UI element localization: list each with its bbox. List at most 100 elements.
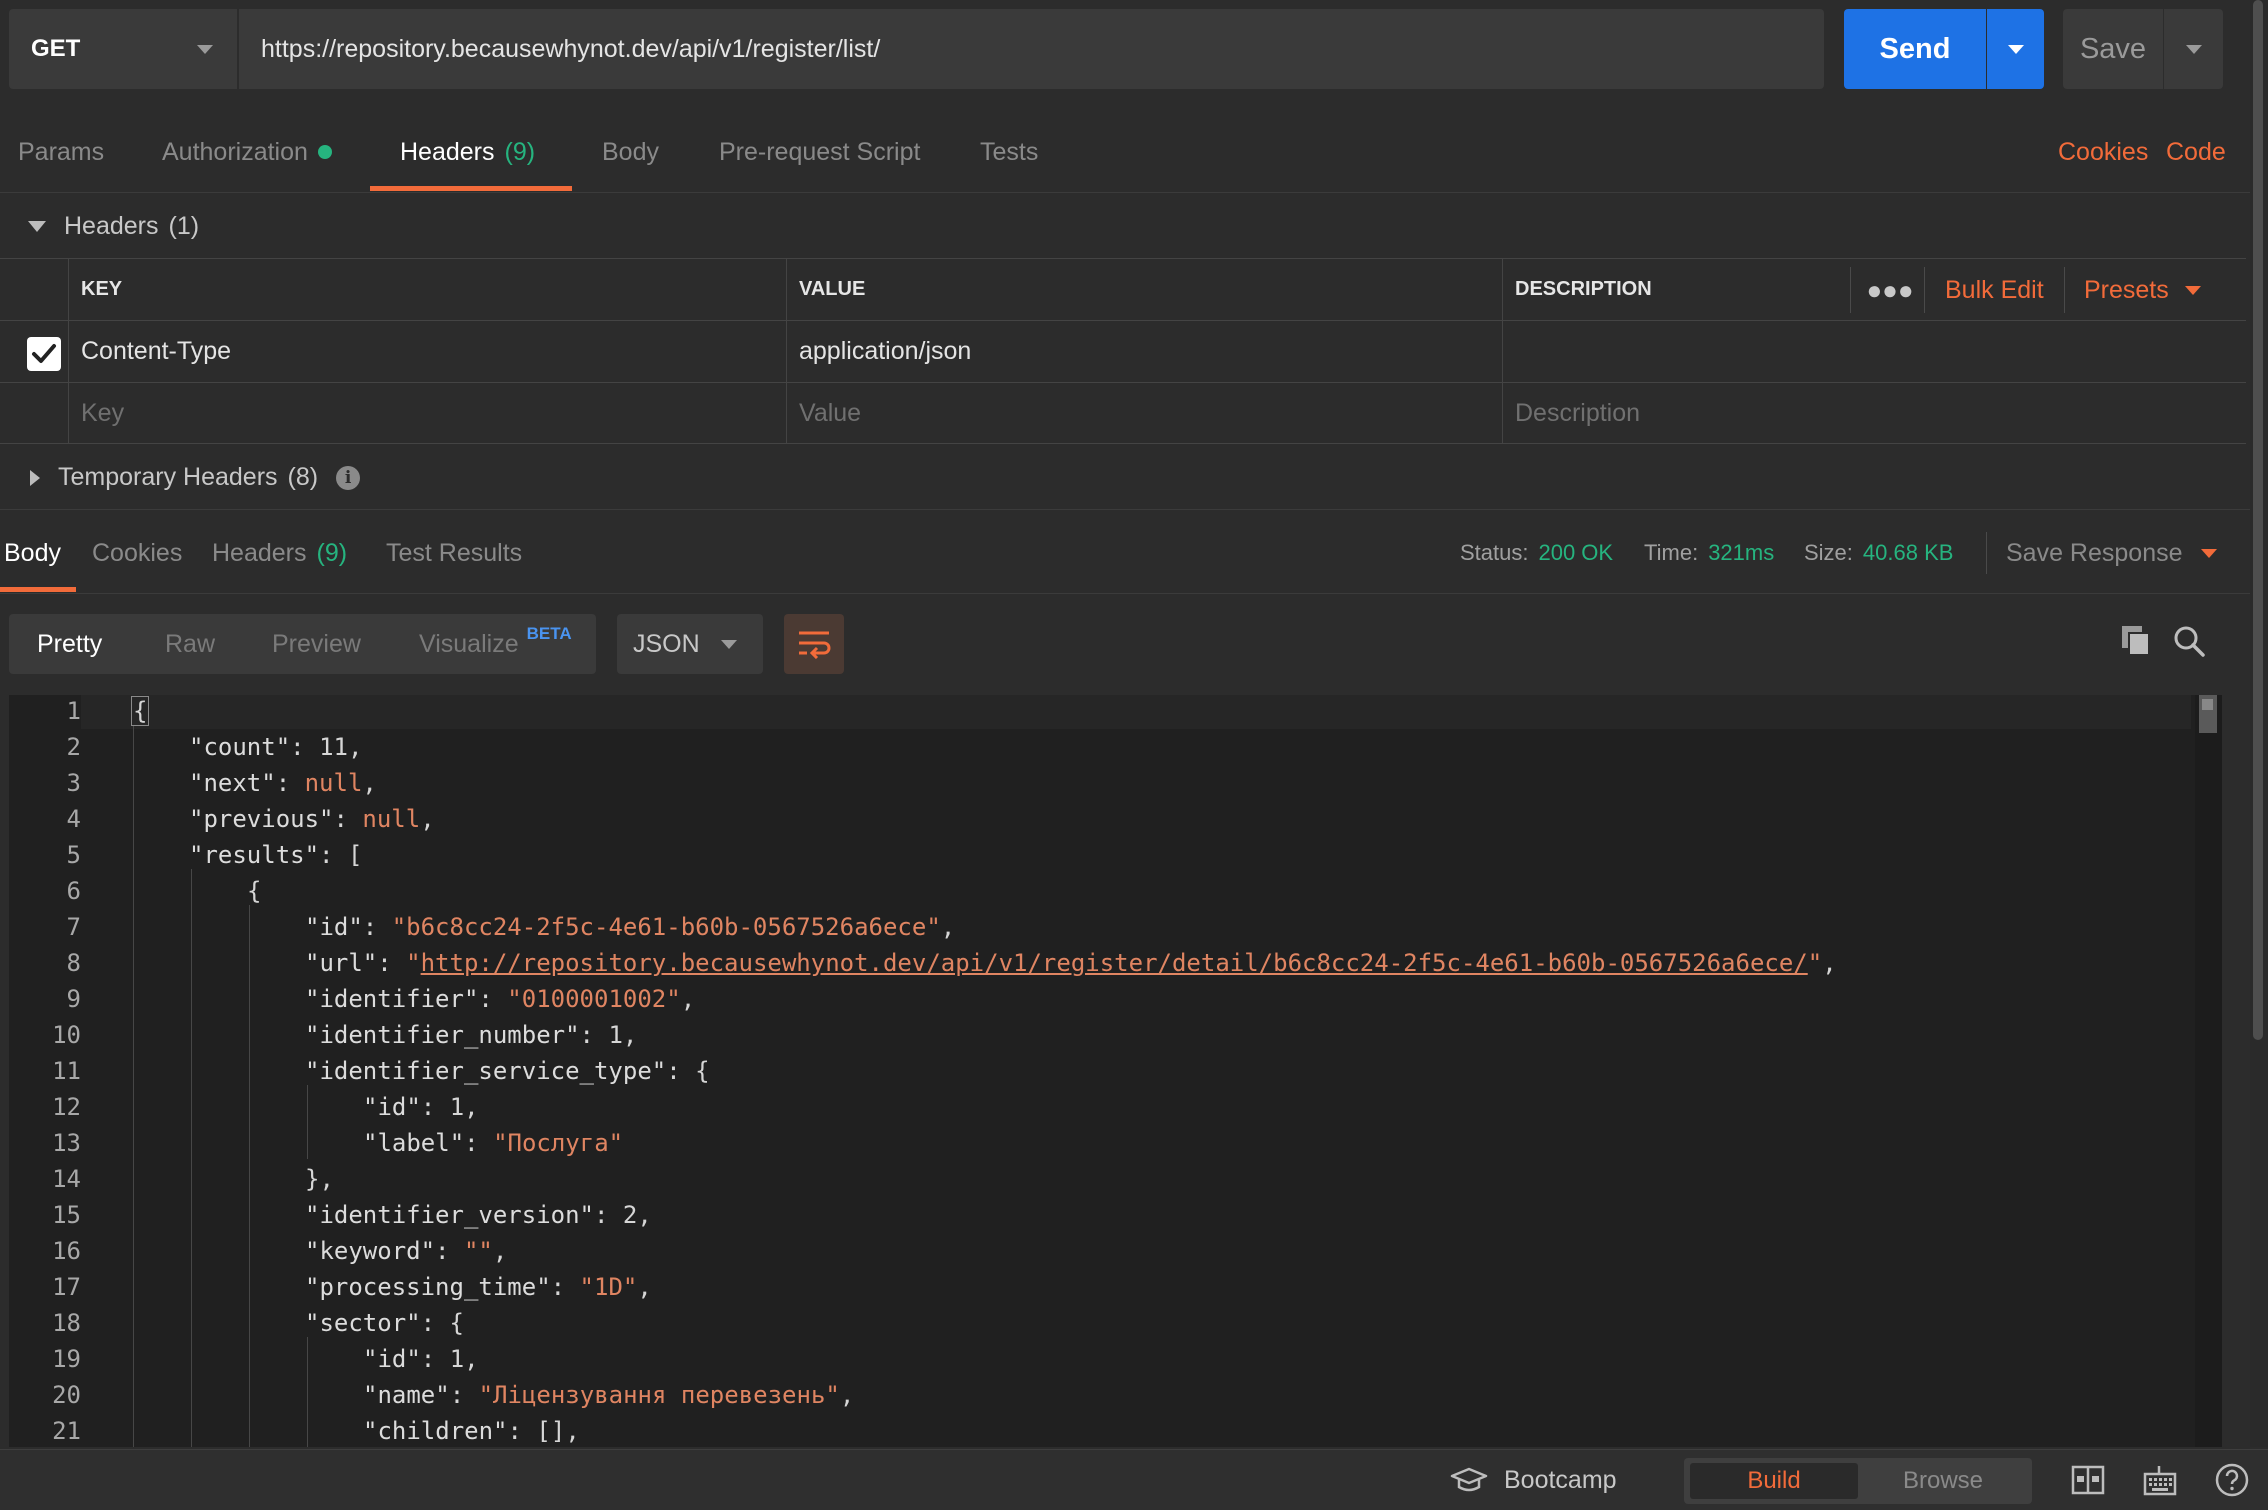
json-url-link[interactable]: http://repository.becausewhynot.dev/api/…: [421, 949, 1808, 977]
json-key: "identifier_service_type": [305, 1057, 667, 1085]
visualize-button[interactable]: Visualize BETA: [419, 614, 572, 674]
tab-count: (9): [504, 137, 536, 166]
visualize-label: Visualize: [419, 629, 519, 658]
save-label: Save: [2079, 32, 2147, 65]
json-key: "identifier": [305, 985, 479, 1013]
presets-dropdown[interactable]: Presets: [2084, 259, 2201, 321]
browse-button[interactable]: Browse: [1860, 1463, 2026, 1499]
bootcamp-button[interactable]: Bootcamp: [1450, 1450, 1617, 1510]
headers-table: KEY VALUE DESCRIPTION ●●● Bulk Edit Pres…: [0, 258, 2246, 444]
json-key: "id": [363, 1093, 421, 1121]
json-key: "sector": [305, 1309, 421, 1337]
json-number: 1: [449, 1093, 465, 1121]
new-description-input[interactable]: Description: [1502, 383, 2246, 443]
line-number: 17: [52, 1273, 81, 1301]
new-value-input[interactable]: Value: [786, 383, 1502, 443]
tab-tests[interactable]: Tests: [980, 111, 1038, 193]
tab-params[interactable]: Params: [18, 111, 104, 193]
column-key: KEY: [68, 259, 786, 320]
header-key-cell[interactable]: Content-Type: [68, 321, 786, 382]
tab-label: Headers: [400, 137, 495, 166]
json-key: "label": [363, 1129, 465, 1157]
code-scrollbar-track[interactable]: [2195, 695, 2222, 1447]
divider: [2064, 267, 2065, 313]
active-line-highlight: [81, 695, 2191, 729]
save-button[interactable]: Save: [2063, 9, 2163, 89]
tab-test-results[interactable]: Test Results: [386, 512, 522, 594]
section-count: (8): [287, 463, 319, 491]
scroll-marker: [2202, 699, 2213, 710]
time-info: Time: 321ms: [1644, 512, 1774, 594]
json-null: null: [304, 769, 363, 797]
tab-label: Authorization: [162, 137, 308, 166]
code-line: "id": 1,: [363, 1345, 479, 1373]
send-button[interactable]: Send: [1844, 9, 1986, 89]
line-number: 12: [52, 1093, 81, 1121]
send-options-button[interactable]: [1987, 9, 2044, 89]
url-input[interactable]: https://repository.becausewhynot.dev/api…: [239, 9, 1824, 89]
window-scrollbar-thumb[interactable]: [2253, 0, 2263, 1040]
keyboard-shortcuts-icon[interactable]: [2142, 1462, 2178, 1498]
json-key: "name": [363, 1381, 450, 1409]
bulk-edit-button[interactable]: Bulk Edit: [1945, 259, 2044, 321]
tab-label: Body: [4, 538, 61, 567]
indent-guide: [249, 905, 250, 1447]
code-line: "previous": null,: [189, 805, 435, 833]
tab-authorization[interactable]: Authorization: [162, 111, 332, 193]
line-number: 3: [66, 769, 81, 797]
json-array: []: [536, 1417, 566, 1445]
json-key: "url": [305, 949, 378, 977]
caret-down-icon: [28, 220, 46, 232]
line-number: 11: [52, 1057, 81, 1085]
preview-label: Preview: [272, 629, 361, 658]
header-description-cell[interactable]: [1502, 321, 2246, 382]
code-line: "identifier_number": 1,: [305, 1021, 638, 1049]
chevron-down-icon: [2184, 285, 2201, 295]
save-options-button[interactable]: [2164, 9, 2223, 89]
code-line: "keyword": "",: [305, 1237, 508, 1265]
tab-body[interactable]: Body: [602, 111, 659, 193]
copy-icon[interactable]: [2120, 624, 2152, 656]
new-key-input[interactable]: Key: [68, 383, 786, 443]
headers-section-toggle[interactable]: Headers (1): [0, 194, 2250, 258]
two-pane-view-icon[interactable]: [2070, 1462, 2106, 1498]
header-value-cell[interactable]: application/json: [786, 321, 1502, 382]
json-key: "count": [189, 733, 291, 761]
caret-right-icon: [30, 469, 40, 486]
preview-button[interactable]: Preview: [272, 614, 361, 674]
response-body-viewer[interactable]: 1 2 3 4 5 6 7 8 9 10 11 12 13 14 15 16 1…: [9, 695, 2222, 1447]
pretty-button[interactable]: Pretty: [37, 614, 102, 674]
format-select[interactable]: JSON: [617, 614, 763, 674]
raw-button[interactable]: Raw: [165, 614, 215, 674]
cookies-label: Cookies: [2058, 137, 2149, 166]
temporary-headers-toggle[interactable]: Temporary Headers (8) i: [0, 446, 2250, 510]
tab-label: Test Results: [386, 538, 523, 567]
line-number: 8: [66, 949, 81, 977]
build-label: Build: [1747, 1467, 1801, 1494]
code-link[interactable]: Code: [2166, 111, 2226, 193]
tab-headers[interactable]: Headers (9): [400, 111, 535, 193]
cookies-link[interactable]: Cookies: [2058, 111, 2148, 193]
header-enabled-checkbox[interactable]: [27, 337, 61, 371]
line-number: 2: [66, 733, 81, 761]
help-icon[interactable]: [2214, 1462, 2250, 1498]
line-number: 13: [52, 1129, 81, 1157]
json-string: "Ліцензування перевезень": [478, 1381, 840, 1409]
wrap-lines-button[interactable]: [784, 614, 844, 674]
tab-response-headers[interactable]: Headers (9): [212, 512, 347, 594]
build-button[interactable]: Build: [1690, 1463, 1858, 1499]
pretty-label: Pretty: [37, 629, 103, 658]
tab-response-cookies[interactable]: Cookies: [92, 512, 182, 594]
tab-response-body[interactable]: Body: [4, 512, 61, 594]
search-icon[interactable]: [2172, 624, 2206, 658]
tab-prerequest-script[interactable]: Pre-request Script: [719, 111, 920, 193]
method-select[interactable]: GET: [9, 9, 237, 89]
indent-guide: [191, 869, 192, 1447]
code-line: "identifier_version": 2,: [305, 1201, 652, 1229]
json-string: "b6c8cc24-2f5c-4e61-b60b-0567526a6ece": [391, 913, 941, 941]
info-icon[interactable]: i: [336, 465, 361, 490]
indent-guide: [307, 1337, 308, 1447]
code-line: "id": 1,: [363, 1093, 479, 1121]
more-options-icon[interactable]: ●●●: [1866, 273, 1913, 307]
save-response-dropdown[interactable]: Save Response: [2006, 512, 2217, 594]
